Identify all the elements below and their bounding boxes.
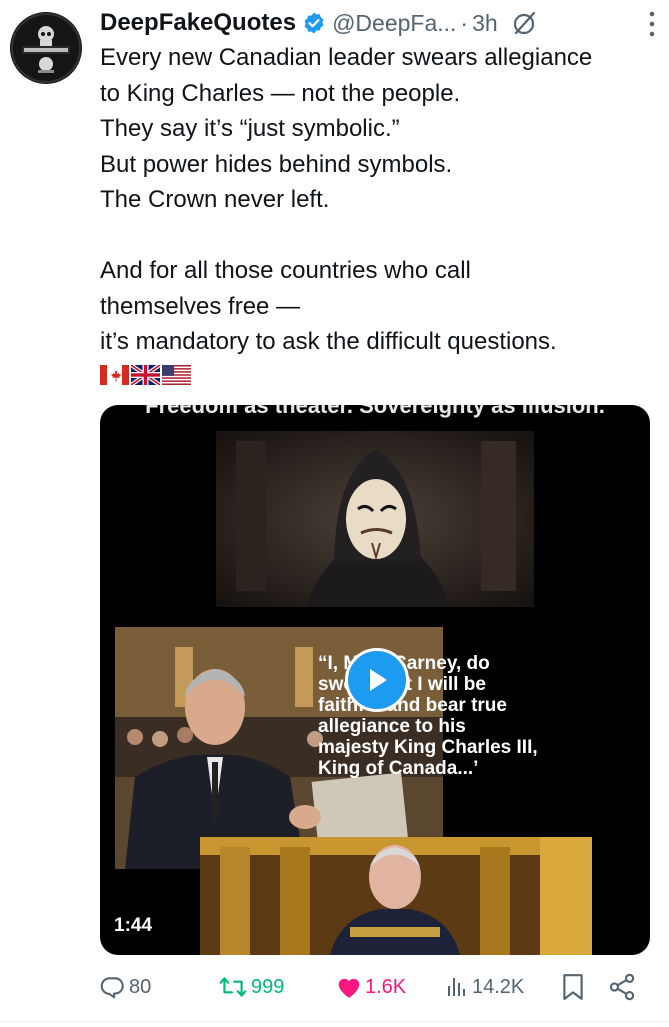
reply-count: 80	[129, 975, 152, 998]
bookmark-icon	[563, 974, 583, 1000]
like-button[interactable]: 1.6K	[336, 970, 406, 1004]
video-quote-line: King of Canada...’	[318, 758, 479, 779]
post-text-line: to King Charles — not the people.	[100, 79, 461, 107]
views-chart-icon	[448, 978, 465, 996]
repost-count: 999	[251, 975, 285, 998]
video-player[interactable]: Freedom as theater. Sovereignty as illus…	[100, 405, 650, 955]
share-button[interactable]	[608, 970, 636, 1004]
reply-button[interactable]: 80	[100, 970, 151, 1004]
author-handle[interactable]: @DeepFa...	[332, 10, 456, 37]
grok-icon[interactable]	[512, 10, 538, 36]
like-count: 1.6K	[365, 975, 407, 998]
avatar[interactable]	[10, 12, 82, 84]
post-text-line: But power hides behind symbols.	[100, 150, 453, 178]
post-text-line: And for all those countries who call	[100, 257, 471, 284]
video-top-caption: Freedom as theater. Sovereignty as illus…	[145, 405, 605, 418]
masked-figure-panel	[216, 431, 534, 607]
divider	[0, 1021, 669, 1022]
video-duration: 1:44	[114, 915, 153, 936]
post-text-line: They say it’s “just symbolic.”	[100, 115, 400, 142]
us-flag-icon	[162, 365, 191, 385]
video-quote-line: majesty King Charles III,	[318, 737, 538, 758]
reply-icon	[100, 977, 124, 999]
play-icon	[370, 669, 387, 691]
post-text-line: themselves free —	[100, 292, 301, 320]
separator-dot: ·	[460, 9, 469, 36]
king-throne-image	[200, 837, 592, 955]
king-throne-panel	[200, 837, 592, 955]
post-time[interactable]: 3h	[472, 10, 498, 37]
verified-badge-icon	[304, 12, 324, 34]
uk-flag-icon	[131, 365, 160, 385]
repost-button[interactable]: 999	[218, 970, 284, 1004]
play-button[interactable]	[345, 648, 409, 712]
share-icon	[609, 973, 635, 1001]
post-header: DeepFakeQuotes @DeepFa... · 3h	[100, 6, 657, 40]
views-count: 14.2K	[472, 975, 525, 998]
bookmark-button[interactable]	[561, 970, 585, 1004]
heart-icon	[338, 978, 360, 998]
post-text: Every new Canadian leader swears allegia…	[100, 40, 660, 360]
author-name[interactable]: DeepFakeQuotes	[100, 9, 296, 37]
video-quote-line: allegiance to his	[318, 716, 466, 737]
views-button[interactable]: 14.2K	[445, 970, 524, 1004]
post-text-line	[100, 218, 660, 254]
post-text-line: it’s mandatory to ask the difficult ques…	[100, 328, 557, 355]
more-options-icon[interactable]	[649, 10, 655, 38]
skull-logo-icon	[11, 13, 81, 83]
post-text-line: The Crown never left.	[100, 186, 330, 213]
repost-icon	[219, 977, 247, 997]
masked-figure-image	[216, 431, 534, 607]
post-text-line: Every new Canadian leader swears allegia…	[100, 44, 593, 71]
canada-flag-icon	[100, 365, 129, 385]
flag-emojis	[100, 365, 191, 385]
action-bar: 80 999 1.6K 14.2K	[100, 970, 650, 1004]
